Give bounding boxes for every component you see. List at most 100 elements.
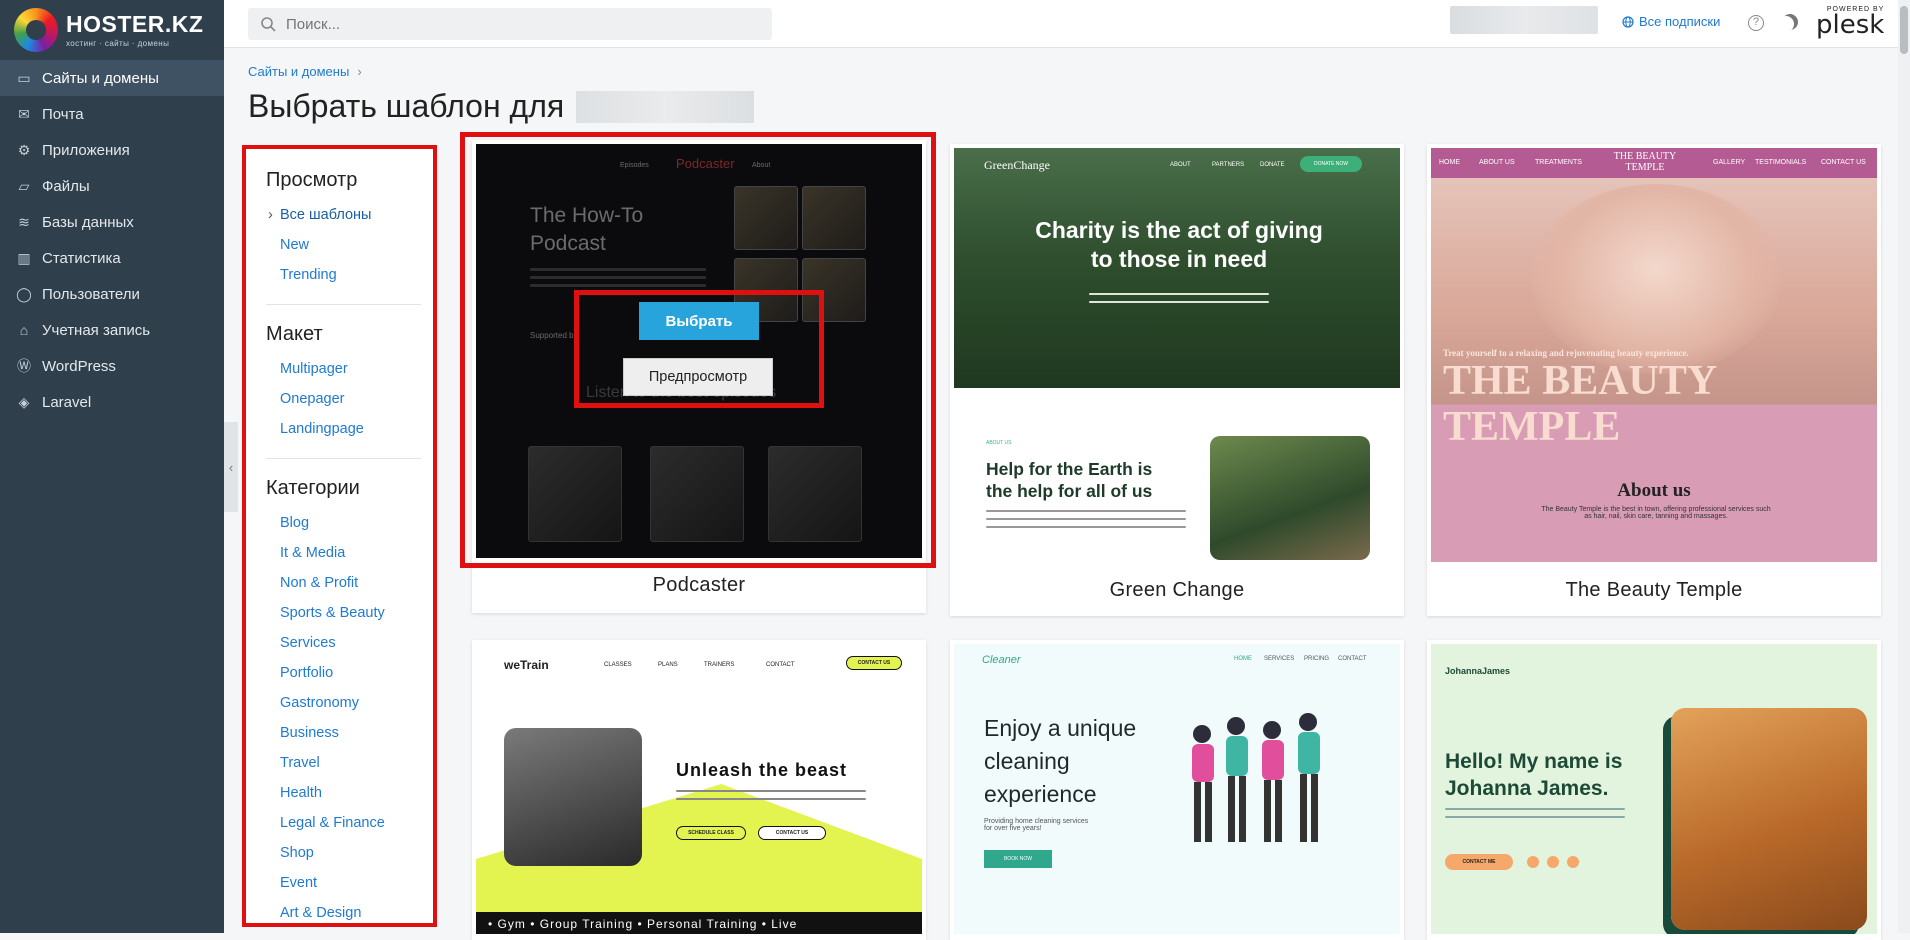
template-card-cleaner[interactable]: Cleaner HOME SERVICES PRICING CONTACT En… [950, 640, 1404, 940]
nav-item-label: Почта [42, 105, 84, 123]
search-input[interactable] [284, 14, 724, 34]
monitor-icon: ▭ [17, 70, 31, 86]
page-scrollbar[interactable] [1898, 0, 1910, 933]
green-change-hero: GreenChange ABOUT PARTNERS DONATE DONATE… [954, 148, 1400, 388]
page-title: Выбрать шаблон для [248, 88, 755, 125]
filter-link[interactable]: Services [266, 628, 433, 658]
breadcrumb-sites-domains[interactable]: Сайты и домены [248, 64, 349, 79]
search-box[interactable] [248, 8, 772, 40]
wetrain-text-line [676, 790, 866, 792]
filter-link[interactable]: Portfolio [266, 658, 433, 688]
template-card-beauty-temple[interactable]: HOME ABOUT US TREATMENTS THE BEAUTY TEMP… [1427, 144, 1881, 616]
linkedin-icon [1567, 856, 1579, 868]
help-icon[interactable]: ? [1748, 15, 1764, 31]
top-bar: Все подписки ? POWERED BY plesk [224, 0, 1910, 48]
wetrain-contact-button: CONTACT US [758, 826, 826, 840]
cleaner-nav-contact: CONTACT [1338, 656, 1367, 662]
account-icon: ⌂ [19, 322, 29, 338]
filter-link[interactable]: Shop [266, 838, 433, 868]
template-card-wetrain[interactable]: weTrain CLASSES PLANS TRAINERS CONTACT C… [472, 640, 926, 940]
johanna-text-line [1445, 808, 1625, 810]
wetrain-nav-classes: CLASSES [604, 662, 632, 668]
collapse-sidebar-button[interactable]: ‹ [224, 422, 238, 512]
breadcrumb-separator: › [357, 64, 362, 79]
nav-item-label: Приложения [42, 141, 130, 159]
filter-link[interactable]: Health [266, 778, 433, 808]
filter-link[interactable]: It & Media [266, 538, 433, 568]
filter-link[interactable]: Все шаблоны [266, 200, 433, 230]
brand-logo[interactable]: HOSTER.KZ хостинг · сайты · домены [0, 0, 224, 60]
account-name-redacted[interactable] [1450, 6, 1598, 34]
nav-item-label: Сайты и домены [42, 69, 159, 87]
beauty-temple-nav-about: ABOUT US [1479, 159, 1515, 166]
nav-item-6[interactable]: ◯ Пользователи [0, 276, 224, 312]
wetrain-athlete-photo [504, 728, 642, 866]
folder-icon: ▱ [18, 178, 30, 194]
nav-item-3[interactable]: ▱ Файлы [0, 168, 224, 204]
theme-toggle-moon-icon[interactable] [1782, 14, 1798, 30]
filter-link[interactable]: Multipager [266, 354, 433, 384]
nav-item-8[interactable]: Ⓦ WordPress [0, 348, 224, 384]
filter-link[interactable]: Trending [266, 260, 433, 290]
filter-link[interactable]: Business [266, 718, 433, 748]
filter-link[interactable]: New [266, 230, 433, 260]
wetrain-nav-plans: PLANS [658, 662, 678, 668]
filter-section-title: Макет [266, 323, 323, 345]
wetrain-cta: CONTACT US [846, 656, 902, 670]
template-card-johanna-james[interactable]: JohannaJames Hello! My name is Johanna J… [1427, 640, 1881, 940]
johanna-headline: Hello! My name is Johanna James. [1445, 750, 1623, 800]
filter-section-title: Просмотр [266, 169, 358, 191]
filter-link[interactable]: Gastronomy [266, 688, 433, 718]
plesk-logo: POWERED BY plesk [1816, 6, 1884, 38]
scrollbar-thumb[interactable] [1900, 6, 1908, 54]
template-name-green-change: Green Change [1109, 579, 1245, 601]
cleaner-nav-services: SERVICES [1264, 656, 1295, 662]
preview-template-button[interactable]: Предпросмотр [623, 358, 773, 396]
filter-link[interactable]: Blog [266, 508, 433, 538]
filter-link[interactable]: Event [266, 868, 433, 898]
beauty-temple-nav-logo: THE BEAUTY TEMPLE [1613, 151, 1677, 173]
filter-link[interactable]: Sports & Beauty [266, 598, 433, 628]
filter-link[interactable]: Travel [266, 748, 433, 778]
green-change-about-tag: ABOUT US [986, 440, 1012, 446]
nav-item-2[interactable]: ⚙ Приложения [0, 132, 224, 168]
nav-item-9[interactable]: ◈ Laravel [0, 384, 224, 420]
facebook-icon [1547, 856, 1559, 868]
cleaner-headline: Enjoy a unique cleaning experience [984, 715, 1137, 807]
nav-item-4[interactable]: ≋ Базы данных [0, 204, 224, 240]
beauty-temple-nav-treatments: TREATMENTS [1535, 159, 1582, 166]
nav-item-0[interactable]: ▭ Сайты и домены [0, 60, 224, 96]
globe-icon [1622, 15, 1634, 28]
filter-link[interactable]: Legal & Finance [266, 808, 433, 838]
brand-name: HOSTER.KZ [66, 10, 204, 37]
green-change-about: ABOUT US Help for the Earth is the help … [954, 388, 1400, 560]
template-card-green-change[interactable]: GreenChange ABOUT PARTNERS DONATE DONATE… [950, 144, 1404, 616]
wetrain-thumbnail: weTrain CLASSES PLANS TRAINERS CONTACT C… [476, 644, 922, 934]
all-subscriptions-label: Все подписки [1639, 14, 1721, 29]
green-change-nav-partners: PARTNERS [1212, 162, 1245, 168]
beauty-temple-nav-gallery: GALLERY [1713, 159, 1746, 166]
logo-mark-icon [14, 8, 58, 52]
nav-item-7[interactable]: ⌂ Учетная запись [0, 312, 224, 348]
nav-item-5[interactable]: ▥ Статистика [0, 240, 224, 276]
nav-item-1[interactable]: ✉ Почта [0, 96, 224, 132]
beauty-temple-nav-testimonials: TESTIMONIALS [1755, 159, 1807, 166]
filter-link[interactable]: Non & Profit [266, 568, 433, 598]
green-change-subheadline: Help for the Earth is the help for all o… [986, 459, 1153, 501]
filter-link[interactable]: Art & Design [266, 898, 433, 923]
green-change-nav-about: ABOUT [1170, 162, 1191, 168]
wetrain-nav-contact: CONTACT [766, 662, 795, 668]
wetrain-schedule-button: SCHEDULE CLASS [676, 826, 746, 840]
green-change-nav-donate: DONATE [1260, 162, 1285, 168]
filter-divider [266, 458, 421, 459]
johanna-logo: JohannaJames [1445, 666, 1511, 676]
all-subscriptions-link[interactable]: Все подписки [1622, 14, 1720, 29]
select-template-button[interactable]: Выбрать [639, 302, 759, 340]
cleaner-book-button: BOOK NOW [984, 850, 1052, 868]
filter-link[interactable]: Landingpage [266, 414, 433, 444]
beauty-temple-tagline: Treat yourself to a relaxing and rejuven… [1443, 348, 1689, 358]
filter-link[interactable]: Onepager [266, 384, 433, 414]
beauty-temple-nav-contact: CONTACT US [1821, 159, 1866, 166]
beauty-temple-headline: THE BEAUTY TEMPLE [1443, 358, 1716, 450]
green-change-text-line [1089, 301, 1269, 303]
